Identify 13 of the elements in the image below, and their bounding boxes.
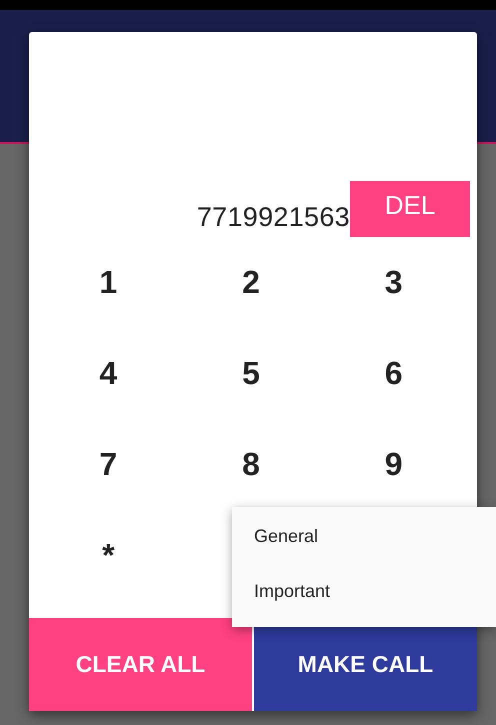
dial-key[interactable]: 6 <box>374 351 413 396</box>
dial-key[interactable]: 4 <box>89 351 128 396</box>
menu-item[interactable]: Important <box>232 566 496 621</box>
dial-key[interactable]: 3 <box>374 260 413 305</box>
dial-key[interactable]: 8 <box>232 442 270 487</box>
dial-key[interactable]: 9 <box>374 442 413 487</box>
phone-number: 7719921563 <box>196 202 350 233</box>
menu-item[interactable]: General <box>232 511 496 566</box>
dial-key[interactable]: 7 <box>89 442 128 487</box>
dial-key[interactable]: 5 <box>232 351 270 396</box>
dial-key[interactable]: 1 <box>89 260 128 305</box>
dial-key[interactable]: * <box>92 533 125 578</box>
dial-key[interactable]: 2 <box>232 260 270 305</box>
